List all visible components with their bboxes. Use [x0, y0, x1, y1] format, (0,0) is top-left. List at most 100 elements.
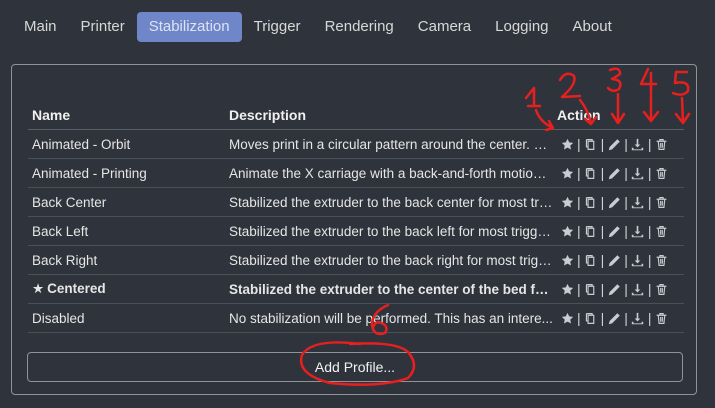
trash-icon[interactable]	[655, 253, 669, 267]
download-icon[interactable]	[631, 311, 645, 325]
header-name: Name	[28, 101, 225, 130]
profile-name-label: Back Center	[32, 194, 107, 210]
action-separator: |	[600, 252, 605, 268]
download-icon[interactable]	[631, 137, 645, 151]
profile-description: No stabilization will be performed. This…	[225, 303, 553, 333]
action-separator: |	[577, 165, 581, 181]
table-row: ★ Centered Stabilized the extruder to the …	[28, 274, 684, 304]
star-icon[interactable]	[560, 224, 574, 238]
download-icon[interactable]	[631, 282, 645, 296]
trash-icon[interactable]	[655, 195, 669, 209]
profile-actions: | | | |	[553, 187, 684, 217]
profiles-table: Name Description Action Animated - Orbit…	[28, 101, 684, 333]
action-separator: |	[647, 310, 652, 326]
action-separator: |	[577, 194, 581, 210]
profile-description: Stabilized the extruder to the back righ…	[225, 245, 553, 275]
table-row: Back Left Stabilized the extruder to the …	[28, 216, 684, 246]
action-separator: |	[600, 165, 605, 181]
pencil-icon[interactable]	[607, 253, 621, 267]
tab-camera[interactable]: Camera	[406, 12, 483, 42]
pencil-icon[interactable]	[607, 311, 621, 325]
action-separator: |	[577, 223, 581, 239]
profile-actions: | | | |	[553, 245, 684, 275]
profile-actions: | | | |	[553, 158, 684, 188]
profile-name: ★ Centered	[28, 274, 225, 304]
profile-description: Animate the X carriage with a back-and-f…	[225, 158, 553, 188]
profile-actions: | | | |	[553, 129, 684, 159]
copy-icon[interactable]	[584, 311, 598, 325]
default-star-icon: ★	[32, 281, 45, 296]
profile-name-label: Disabled	[32, 310, 85, 326]
star-icon[interactable]	[560, 253, 574, 267]
profile-description: Moves print in a circular pattern around…	[225, 129, 553, 159]
download-icon[interactable]	[631, 253, 645, 267]
table-header-row: Name Description Action	[28, 101, 684, 130]
action-separator: |	[647, 136, 652, 152]
profile-name: Back Right	[28, 245, 225, 275]
action-separator: |	[624, 194, 628, 210]
trash-icon[interactable]	[655, 137, 669, 151]
star-icon[interactable]	[560, 137, 574, 151]
pencil-icon[interactable]	[607, 137, 621, 151]
tab-trigger[interactable]: Trigger	[242, 12, 313, 42]
action-separator: |	[600, 223, 605, 239]
action-separator: |	[647, 165, 652, 181]
profile-name: Disabled	[28, 303, 225, 333]
stabilization-panel: Name Description Action Animated - Orbit…	[11, 64, 697, 395]
pencil-icon[interactable]	[607, 282, 621, 296]
action-separator: |	[624, 136, 628, 152]
header-action: Action	[553, 101, 684, 130]
trash-icon[interactable]	[655, 311, 669, 325]
trash-icon[interactable]	[655, 166, 669, 180]
profile-name: Back Center	[28, 187, 225, 217]
action-separator: |	[624, 252, 628, 268]
action-separator: |	[624, 310, 628, 326]
star-icon[interactable]	[560, 311, 574, 325]
copy-icon[interactable]	[584, 195, 598, 209]
profile-actions: | | | |	[553, 274, 684, 304]
table-row: Back Right Stabilized the extruder to the…	[28, 245, 684, 275]
action-separator: |	[647, 223, 652, 239]
action-separator: |	[600, 310, 605, 326]
tab-about[interactable]: About	[561, 12, 624, 42]
action-separator: |	[577, 310, 581, 326]
profile-description: Stabilized the extruder to the center of…	[225, 274, 553, 304]
tab-bar: Main Printer Stabilization Trigger Rendering…	[12, 12, 624, 42]
copy-icon[interactable]	[584, 224, 598, 238]
copy-icon[interactable]	[584, 282, 598, 296]
header-description: Description	[225, 101, 553, 130]
copy-icon[interactable]	[584, 166, 598, 180]
star-icon[interactable]	[560, 195, 574, 209]
profile-actions: | | | |	[553, 303, 684, 333]
profile-name: Animated - Printing	[28, 158, 225, 188]
profile-name-label: Animated - Orbit	[32, 136, 131, 152]
table-row: Animated - Orbit Moves print in a circula…	[28, 129, 684, 159]
tab-rendering[interactable]: Rendering	[313, 12, 406, 42]
pencil-icon[interactable]	[607, 166, 621, 180]
star-icon[interactable]	[560, 166, 574, 180]
tab-logging[interactable]: Logging	[483, 12, 560, 42]
action-separator: |	[577, 252, 581, 268]
pencil-icon[interactable]	[607, 195, 621, 209]
copy-icon[interactable]	[584, 253, 598, 267]
profile-description: Stabilized the extruder to the back left…	[225, 216, 553, 246]
add-profile-button[interactable]: Add Profile...	[27, 352, 683, 382]
profile-name-label: Centered	[47, 281, 106, 296]
tab-printer[interactable]: Printer	[69, 12, 137, 42]
action-separator: |	[647, 194, 652, 210]
download-icon[interactable]	[631, 166, 645, 180]
action-separator: |	[577, 136, 581, 152]
star-icon[interactable]	[560, 282, 574, 296]
trash-icon[interactable]	[655, 282, 669, 296]
action-separator: |	[647, 281, 652, 297]
tab-main[interactable]: Main	[12, 12, 69, 42]
copy-icon[interactable]	[584, 137, 598, 151]
download-icon[interactable]	[631, 195, 645, 209]
profile-name-label: Back Right	[32, 252, 98, 268]
pencil-icon[interactable]	[607, 224, 621, 238]
tab-stabilization[interactable]: Stabilization	[136, 12, 242, 42]
download-icon[interactable]	[631, 224, 645, 238]
profile-actions: | | | |	[553, 216, 684, 246]
trash-icon[interactable]	[655, 224, 669, 238]
action-separator: |	[624, 281, 628, 297]
